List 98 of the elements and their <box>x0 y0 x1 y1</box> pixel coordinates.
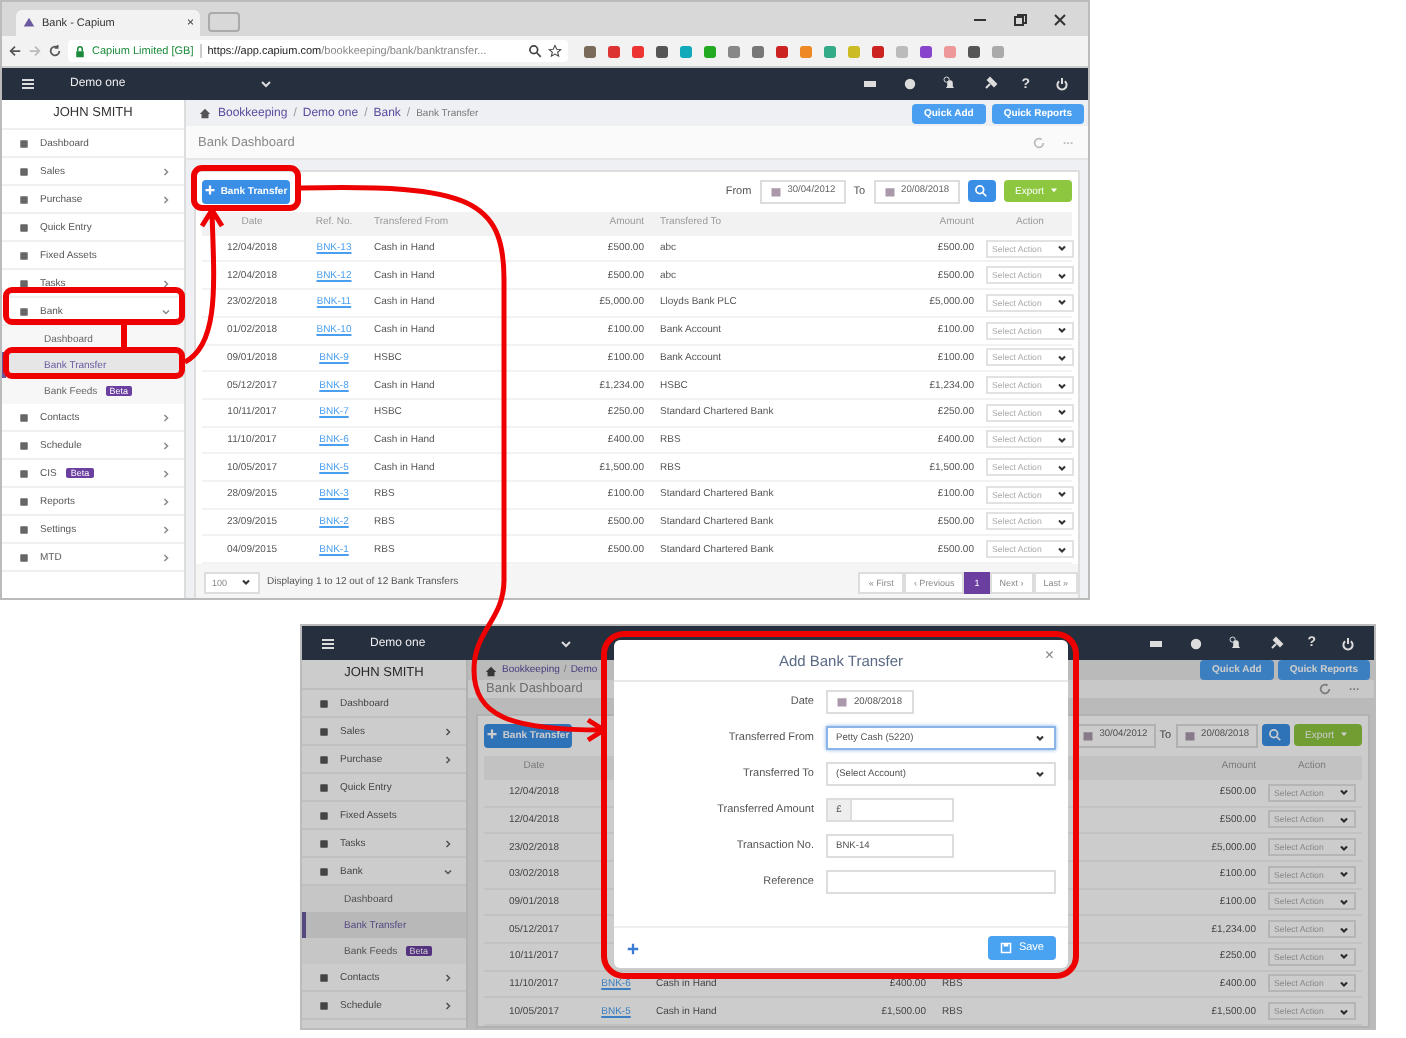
home-icon <box>484 663 498 677</box>
connector-line <box>121 325 127 347</box>
chevron-icon <box>1056 515 1068 528</box>
chevron-icon[interactable] <box>557 635 574 651</box>
sidebar-icon <box>18 305 30 317</box>
reference-field[interactable] <box>826 870 1056 894</box>
sidebar-icon <box>18 439 30 451</box>
reload-icon[interactable] <box>48 44 62 58</box>
chevron-icon <box>160 523 172 535</box>
chevron-icon <box>442 753 454 765</box>
chevron-icon <box>442 725 454 737</box>
chevron-icon <box>1338 977 1350 990</box>
chevron-icon <box>1056 379 1068 392</box>
menu-icon[interactable] <box>20 76 36 92</box>
chevron-icon <box>442 971 454 983</box>
sidebar-icon <box>318 781 330 793</box>
sidebar-icon <box>318 971 330 983</box>
sidebar-icon <box>18 467 30 479</box>
chevron-icon[interactable] <box>257 76 274 92</box>
caret-icon <box>1048 184 1060 197</box>
chevron-icon <box>1056 433 1068 446</box>
move-icon[interactable] <box>626 941 640 955</box>
sidebar-icon <box>18 249 30 261</box>
calendar-icon <box>1183 729 1196 742</box>
calendar-icon <box>836 696 848 708</box>
zoom-icon[interactable] <box>528 44 542 58</box>
calendar-icon <box>883 185 896 198</box>
sidebar-icon <box>318 837 330 849</box>
chevron-icon <box>160 411 172 423</box>
lock-icon <box>74 45 86 57</box>
chevron-icon <box>1338 813 1350 826</box>
search-icon <box>1268 728 1283 743</box>
chevron-icon <box>1056 296 1068 309</box>
calendar-icon <box>1081 729 1094 742</box>
power-icon[interactable] <box>1340 635 1356 651</box>
search-button[interactable] <box>967 180 996 203</box>
sidebar-icon <box>318 725 330 737</box>
chevron-icon <box>1056 324 1068 337</box>
sidebar-icon <box>18 551 30 563</box>
chevron-icon <box>442 865 454 877</box>
plus-icon <box>204 184 217 197</box>
sidebar-icon <box>18 411 30 423</box>
logo-icon <box>22 16 36 30</box>
sidebar-icon <box>18 221 30 233</box>
home-icon <box>198 106 212 121</box>
calendar-icon <box>769 185 782 198</box>
chevron-icon <box>160 193 172 205</box>
chevron-icon <box>160 165 172 177</box>
chevron-icon <box>1034 732 1046 744</box>
chevron-icon <box>1056 269 1068 282</box>
sidebar-icon <box>318 697 330 709</box>
chevron-icon <box>1056 406 1068 419</box>
chevron-icon <box>1338 1005 1350 1018</box>
chevron-icon <box>1056 351 1068 364</box>
chevron-icon <box>1338 923 1350 936</box>
chevron-icon <box>160 277 172 289</box>
chevron-icon <box>160 439 172 451</box>
chevron-icon <box>1338 950 1350 963</box>
search-button[interactable] <box>1261 724 1290 747</box>
star-icon[interactable] <box>548 44 562 58</box>
sidebar-icon <box>18 277 30 289</box>
menu-icon[interactable] <box>320 635 336 651</box>
sidebar-icon <box>318 865 330 877</box>
back-icon[interactable] <box>8 44 22 58</box>
chevron-icon <box>1338 868 1350 881</box>
close-button[interactable]: × <box>1044 646 1054 664</box>
chevron-icon <box>1034 768 1046 780</box>
chevron-icon <box>160 305 172 317</box>
close-icon[interactable] <box>1052 12 1068 28</box>
chevron-icon <box>1056 461 1068 474</box>
chevron-icon <box>1056 488 1068 501</box>
sidebar-icon <box>318 999 330 1011</box>
chevron-icon <box>1338 841 1350 854</box>
refresh-icon[interactable] <box>1318 681 1332 696</box>
chevron-icon <box>1338 895 1350 908</box>
sidebar-icon <box>18 193 30 205</box>
chevron-icon <box>442 999 454 1011</box>
highlight-box <box>191 165 301 211</box>
chevron-icon <box>1056 242 1068 255</box>
sidebar-icon <box>18 165 30 177</box>
chevron-icon <box>1056 543 1068 556</box>
sidebar-icon <box>318 809 330 821</box>
chevron-icon <box>160 467 172 479</box>
sidebar-icon <box>18 523 30 535</box>
chevron-icon <box>239 576 252 588</box>
search-icon <box>974 184 989 199</box>
restore-icon[interactable] <box>1012 12 1028 28</box>
chevron-icon <box>160 495 172 507</box>
chevron-icon <box>160 551 172 563</box>
plus-icon <box>486 728 499 741</box>
chevron-icon <box>1338 786 1350 799</box>
save-icon <box>1000 942 1013 954</box>
power-icon[interactable] <box>1054 76 1070 92</box>
chevron-icon <box>442 837 454 849</box>
caret-icon <box>1338 728 1350 741</box>
sidebar-icon <box>18 495 30 507</box>
sidebar-icon <box>318 753 330 765</box>
sidebar-icon <box>18 137 30 149</box>
